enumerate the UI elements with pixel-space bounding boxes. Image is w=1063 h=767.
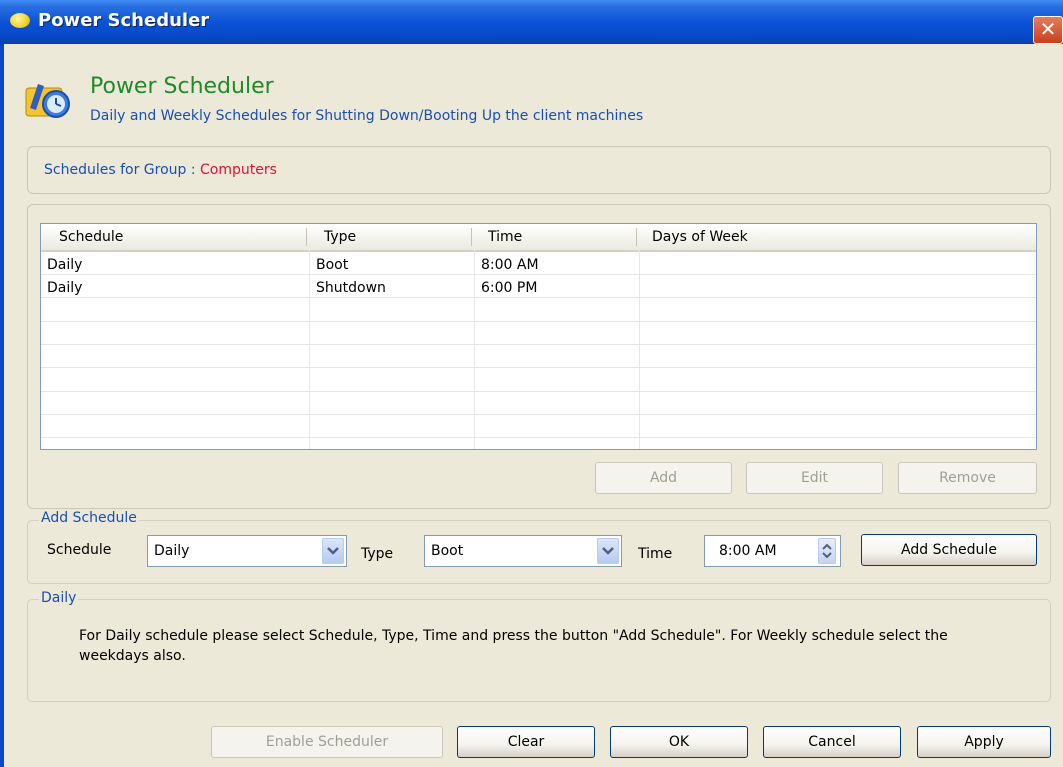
schedule-dropdown-value: Daily bbox=[154, 543, 190, 559]
time-label: Time bbox=[638, 546, 673, 562]
column-type[interactable]: Type bbox=[324, 229, 356, 245]
grid-line bbox=[41, 297, 1036, 298]
grid-line bbox=[41, 344, 1036, 345]
cell-time: 8:00 AM bbox=[481, 257, 539, 273]
remove-button[interactable]: Remove bbox=[898, 462, 1037, 494]
column-days-of-week[interactable]: Days of Week bbox=[652, 229, 748, 245]
add-schedule-button[interactable]: Add Schedule bbox=[861, 534, 1037, 566]
grid-line bbox=[41, 274, 1036, 275]
cell-schedule: Daily bbox=[47, 257, 83, 273]
chevron-down-icon[interactable] bbox=[322, 538, 344, 564]
time-spinner-value: 8:00 AM bbox=[719, 543, 777, 559]
group-name: Computers bbox=[200, 162, 277, 178]
title-bar[interactable]: Power Scheduler ✕ bbox=[0, 0, 1063, 44]
column-time[interactable]: Time bbox=[488, 229, 522, 245]
schedules-list[interactable]: Schedule Type Time Days of Week Daily Bo… bbox=[40, 223, 1037, 450]
grid-line bbox=[474, 250, 475, 449]
grid-line bbox=[41, 367, 1036, 368]
schedule-label: Schedule bbox=[47, 542, 112, 558]
cell-type: Shutdown bbox=[316, 280, 386, 296]
window-left-border bbox=[0, 44, 4, 767]
chevron-down-icon[interactable] bbox=[597, 538, 619, 564]
enable-scheduler-button[interactable]: Enable Scheduler bbox=[211, 726, 443, 758]
group-panel: Schedules for Group : Computers bbox=[27, 146, 1051, 194]
clear-button[interactable]: Clear bbox=[457, 726, 595, 758]
edit-button[interactable]: Edit bbox=[746, 462, 883, 494]
grid-line bbox=[41, 391, 1036, 392]
spinner-arrows-icon[interactable] bbox=[818, 538, 836, 564]
column-schedule[interactable]: Schedule bbox=[59, 229, 123, 245]
grid-line bbox=[309, 250, 310, 449]
type-dropdown[interactable]: Boot bbox=[424, 535, 622, 567]
ok-button[interactable]: OK bbox=[610, 726, 748, 758]
group-label: Schedules for Group : Computers bbox=[44, 162, 277, 178]
cell-schedule: Daily bbox=[47, 280, 83, 296]
grid-line bbox=[41, 437, 1036, 438]
add-button[interactable]: Add bbox=[595, 462, 732, 494]
type-dropdown-value: Boot bbox=[431, 543, 464, 559]
app-orb-icon bbox=[10, 13, 30, 28]
group-label-text: Schedules for Group : bbox=[44, 162, 196, 178]
apply-button[interactable]: Apply bbox=[917, 726, 1051, 758]
schedule-dropdown[interactable]: Daily bbox=[147, 535, 347, 567]
info-legend: Daily bbox=[39, 590, 79, 606]
column-separator[interactable] bbox=[636, 228, 637, 246]
window-title: Power Scheduler bbox=[38, 10, 210, 31]
page-title: Power Scheduler bbox=[90, 74, 274, 99]
add-schedule-legend: Add Schedule bbox=[39, 510, 139, 526]
cell-time: 6:00 PM bbox=[481, 280, 538, 296]
close-button[interactable]: ✕ bbox=[1033, 16, 1063, 44]
column-separator[interactable] bbox=[306, 228, 307, 246]
power-scheduler-icon bbox=[25, 84, 70, 118]
time-spinner[interactable]: 8:00 AM bbox=[704, 535, 841, 567]
grid-line bbox=[41, 321, 1036, 322]
page-subtitle: Daily and Weekly Schedules for Shutting … bbox=[90, 108, 644, 124]
cancel-button[interactable]: Cancel bbox=[763, 726, 901, 758]
type-label: Type bbox=[361, 546, 394, 562]
column-separator[interactable] bbox=[471, 228, 472, 246]
info-text: For Daily schedule please select Schedul… bbox=[79, 628, 948, 664]
list-header: Schedule Type Time Days of Week bbox=[41, 224, 1036, 252]
cell-type: Boot bbox=[316, 257, 349, 273]
grid-line bbox=[41, 414, 1036, 415]
grid-line bbox=[639, 250, 640, 449]
